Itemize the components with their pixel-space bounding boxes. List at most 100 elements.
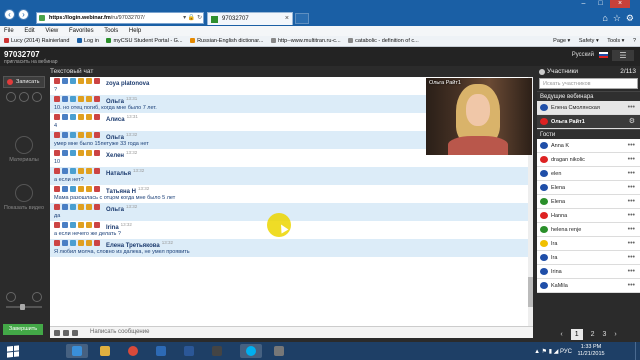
stop-icon[interactable]: [19, 92, 29, 102]
warning-icon[interactable]: [78, 132, 84, 138]
taskbar-app[interactable]: [150, 344, 172, 358]
ban-icon[interactable]: [94, 240, 100, 246]
message-author[interactable]: Татьяна Н: [106, 189, 136, 195]
participant-menu-icon[interactable]: •••: [628, 251, 635, 265]
warning-icon[interactable]: [78, 78, 84, 84]
message-author[interactable]: Алиса: [106, 117, 125, 123]
home-icon[interactable]: ⌂: [602, 13, 607, 24]
invite-link[interactable]: пригласить на вебинар: [4, 59, 58, 65]
delete-icon[interactable]: [54, 150, 60, 156]
delete-icon[interactable]: [54, 222, 60, 228]
user-icon[interactable]: [86, 96, 92, 102]
menu-favorites[interactable]: Favorites: [69, 28, 94, 34]
reply-icon[interactable]: [70, 132, 76, 138]
menu-help[interactable]: Help: [129, 28, 141, 34]
participant-menu-icon[interactable]: •••: [628, 265, 635, 279]
tab-close-icon[interactable]: ×: [285, 13, 289, 25]
chat-scroll-thumb[interactable]: [528, 277, 533, 307]
favorite-link[interactable]: myCSU Student Portal - G...: [106, 36, 183, 46]
camera-icon[interactable]: [32, 92, 42, 102]
copy-icon[interactable]: [62, 168, 68, 174]
warning-icon[interactable]: [78, 114, 84, 120]
pause-icon[interactable]: [6, 92, 16, 102]
copy-icon[interactable]: [62, 150, 68, 156]
show-video-tool[interactable]: Показать видео: [0, 184, 48, 211]
webcam-video[interactable]: Ольга Райт1: [426, 78, 532, 155]
warning-icon[interactable]: [78, 168, 84, 174]
user-icon[interactable]: [86, 186, 92, 192]
participant-menu-icon[interactable]: •••: [628, 181, 635, 195]
participant-row[interactable]: Elena •••: [537, 195, 640, 209]
participant-menu-icon[interactable]: •••: [628, 139, 635, 153]
favorite-link[interactable]: Log in: [76, 36, 99, 46]
copy-icon[interactable]: [62, 240, 68, 246]
favorite-link[interactable]: http--www.multitran.ru-c...: [270, 36, 341, 46]
copy-icon[interactable]: [62, 222, 68, 228]
taskbar-ie[interactable]: [66, 344, 88, 358]
menu-file[interactable]: File: [4, 28, 14, 34]
message-author[interactable]: Ольга: [106, 99, 124, 105]
reply-icon[interactable]: [70, 78, 76, 84]
participant-row[interactable]: Anna K •••: [537, 139, 640, 153]
reply-icon[interactable]: [70, 168, 76, 174]
participant-menu-icon[interactable]: •••: [628, 209, 635, 223]
copy-icon[interactable]: [62, 204, 68, 210]
participants-search-input[interactable]: Искать участников: [539, 78, 638, 89]
settings-gear-icon[interactable]: ⚙: [626, 13, 634, 24]
safety-menu[interactable]: Safety ▾: [579, 38, 599, 44]
page-menu[interactable]: Page ▾: [553, 38, 570, 44]
participant-menu-icon[interactable]: •••: [628, 195, 635, 209]
user-icon[interactable]: [86, 222, 92, 228]
address-tools[interactable]: ▾ 🔒 ↻: [168, 12, 204, 24]
warning-icon[interactable]: [78, 240, 84, 246]
minimize-button[interactable]: –: [576, 0, 591, 8]
delete-icon[interactable]: [54, 132, 60, 138]
delete-icon[interactable]: [54, 78, 60, 84]
ban-icon[interactable]: [94, 78, 100, 84]
chat-input[interactable]: Написать сообщение: [50, 326, 533, 338]
participant-row[interactable]: Ira •••: [537, 237, 640, 251]
participant-menu-icon[interactable]: •••: [628, 101, 635, 115]
taskbar-word[interactable]: [178, 344, 200, 358]
materials-tool[interactable]: Материалы: [0, 136, 48, 163]
message-author[interactable]: Наталья: [106, 171, 131, 177]
menu-edit[interactable]: Edit: [24, 28, 34, 34]
help-menu[interactable]: ?: [633, 38, 636, 44]
next-page-button[interactable]: ›: [614, 331, 616, 338]
participant-row[interactable]: Hanna •••: [537, 209, 640, 223]
participant-row[interactable]: Irina •••: [537, 265, 640, 279]
taskbar-explorer[interactable]: [94, 344, 116, 358]
user-icon[interactable]: [86, 168, 92, 174]
close-window-button[interactable]: ×: [610, 0, 630, 8]
warning-icon[interactable]: [78, 204, 84, 210]
forward-button[interactable]: ›: [18, 9, 29, 20]
copy-icon[interactable]: [62, 96, 68, 102]
favorites-star-icon[interactable]: ☆: [613, 13, 621, 24]
prev-page-button[interactable]: ‹: [560, 331, 562, 338]
participant-menu-icon[interactable]: •••: [628, 153, 635, 167]
record-button[interactable]: Записать: [3, 76, 45, 88]
warning-icon[interactable]: [78, 222, 84, 228]
settings-gear-icon[interactable]: ⚙: [629, 115, 635, 129]
ban-icon[interactable]: [94, 132, 100, 138]
taskbar-media[interactable]: [268, 344, 290, 358]
speaker-icon[interactable]: [32, 292, 42, 302]
page-current[interactable]: 1: [570, 329, 583, 340]
participant-menu-icon[interactable]: •••: [628, 167, 635, 181]
reply-icon[interactable]: [70, 150, 76, 156]
clock[interactable]: 1:33 PM 11/21/2015: [576, 344, 606, 358]
message-author[interactable]: Елена Третьякова: [106, 243, 160, 249]
participant-menu-icon[interactable]: •••: [628, 237, 635, 251]
reply-icon[interactable]: [70, 186, 76, 192]
format-icon[interactable]: [54, 330, 60, 336]
warning-icon[interactable]: [78, 150, 84, 156]
menu-view[interactable]: View: [45, 28, 58, 34]
message-author[interactable]: zoya platonova: [106, 81, 149, 87]
ban-icon[interactable]: [94, 222, 100, 228]
delete-icon[interactable]: [54, 96, 60, 102]
message-author[interactable]: Хелен: [106, 153, 124, 159]
reply-icon[interactable]: [70, 222, 76, 228]
volume-slider[interactable]: [6, 304, 42, 310]
taskbar-app2[interactable]: [206, 344, 228, 358]
delete-icon[interactable]: [54, 240, 60, 246]
